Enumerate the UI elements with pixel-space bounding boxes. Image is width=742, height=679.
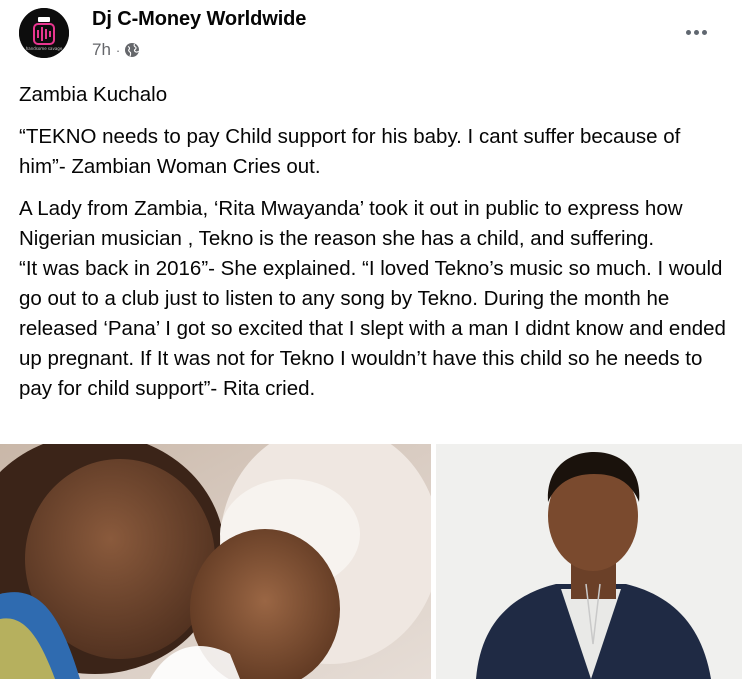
post-image-tekno[interactable] [436,444,742,679]
avatar[interactable]: handsome savage [19,8,69,58]
meta-separator: · [115,42,121,58]
avatar-logo-icon: handsome savage [19,8,69,58]
more-horizontal-icon-dot [701,29,707,35]
post-paragraph: A Lady from Zambia, ‘Rita Mwayanda’ took… [19,197,726,400]
avatar-caption: handsome savage [26,46,63,51]
author-name[interactable]: Dj C-Money Worldwide [92,8,306,31]
post-timestamp[interactable]: 7h [92,40,111,60]
post-paragraph: Zambia Kuchalo [19,83,168,106]
globe-icon[interactable] [124,42,140,58]
woman-with-baby-photo [0,444,431,679]
post-meta: 7h · [92,40,140,60]
facebook-post: handsome savage Dj C-Money Worldwide 7h … [0,0,742,679]
post-image-woman-with-baby[interactable] [0,444,431,679]
more-horizontal-icon-dot [693,29,699,35]
post-header: handsome savage Dj C-Money Worldwide 7h … [0,0,742,70]
more-horizontal-icon-dot [685,29,691,35]
post-body: Zambia Kuchalo “TEKNO needs to pay Child… [19,80,731,416]
post-image-gallery[interactable] [0,444,742,679]
tekno-portrait-photo [436,444,742,679]
post-paragraph: “TEKNO needs to pay Child support for hi… [19,125,681,178]
more-options-button[interactable] [676,20,716,44]
